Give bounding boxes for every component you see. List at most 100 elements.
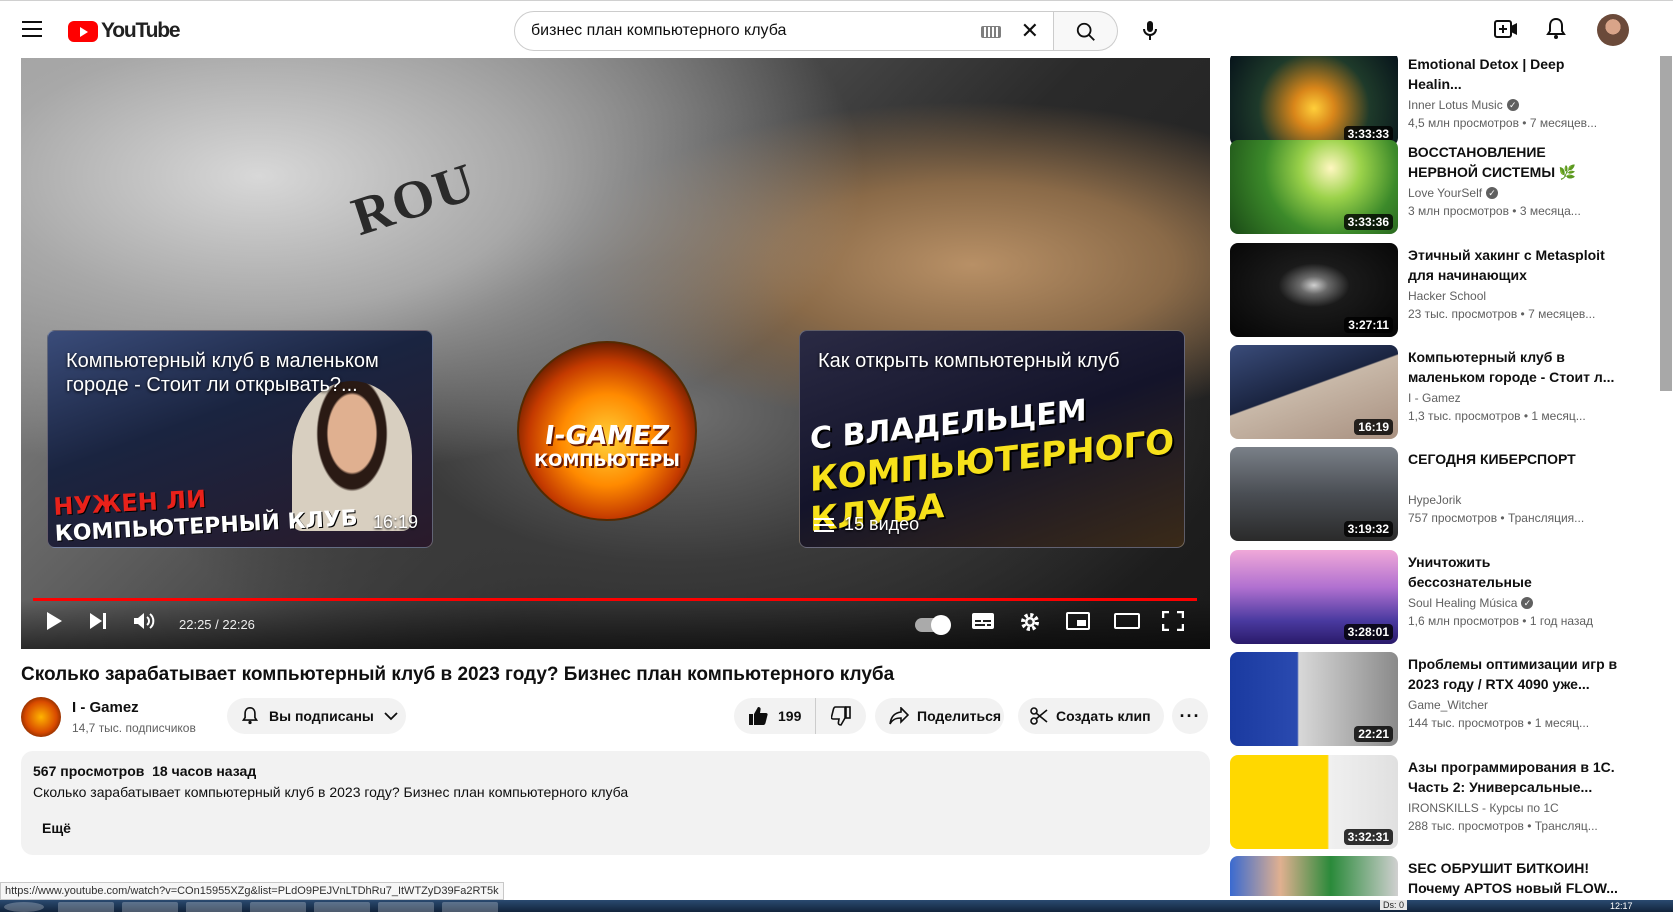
notifications-bell-icon[interactable] — [1545, 17, 1567, 41]
endcard-video-title: Компьютерный клуб в маленьком городе - С… — [66, 350, 379, 396]
endcard-playlist[interactable]: Как открыть компьютерный клуб С ВЛАДЕЛЬЦ… — [799, 330, 1185, 548]
recommendation-title: СЕГОДНЯ КИБЕРСПОРТ — [1408, 451, 1576, 467]
microphone-icon — [1143, 21, 1157, 40]
recommendation-item[interactable]: 3:32:31 Азы программирования в 1С. Часть… — [1230, 755, 1650, 849]
dislike-button[interactable] — [816, 698, 866, 734]
youtube-logo[interactable]: YouTube — [68, 19, 181, 43]
video-title: Сколько зарабатывает компьютерный клуб в… — [21, 664, 895, 685]
taskbar-app[interactable] — [314, 902, 370, 912]
endcard-channel-logo[interactable]: I-GAMEZ КОМПЬЮТЕРЫ — [517, 341, 697, 521]
taskbar-app[interactable] — [442, 902, 498, 912]
recommendation-stats: 1,3 тыс. просмотров • 1 месяц... — [1408, 409, 1586, 423]
video-thumbnail[interactable]: 3:27:11 — [1230, 243, 1398, 337]
create-clip-button[interactable]: Создать клип — [1018, 698, 1164, 734]
taskbar-app[interactable] — [58, 902, 114, 912]
view-count: 567 просмотров — [33, 763, 145, 779]
voice-search-button[interactable] — [1130, 11, 1170, 51]
thumbs-down-icon — [831, 706, 851, 726]
miniplayer-icon[interactable] — [1066, 611, 1090, 631]
recommendation-item[interactable]: 3:19:32 СЕГОДНЯ КИБЕРСПОРТ HypeJorik 757… — [1230, 447, 1650, 541]
clear-search-icon[interactable]: ✕ — [1021, 20, 1039, 42]
subscribed-button[interactable]: Вы подписаны — [227, 698, 406, 734]
taskbar — [0, 900, 1673, 912]
share-label: Поделиться — [917, 708, 1002, 724]
recommendation-item[interactable]: 3:33:36 ВОССТАНОВЛЕНИЕ НЕРВНОЙ СИСТЕМЫ 🌿… — [1230, 140, 1650, 234]
recommendation-channel: IRONSKILLS - Курсы по 1С — [1408, 801, 1559, 815]
share-button[interactable]: Поделиться — [875, 698, 1004, 734]
play-icon[interactable] — [45, 611, 63, 631]
taskbar-app[interactable] — [122, 902, 178, 912]
recommendation-title: Emotional Detox | Deep Healin... — [1408, 56, 1565, 92]
video-thumbnail[interactable]: 3:32:31 — [1230, 755, 1398, 849]
duration-badge: 22:21 — [1354, 726, 1393, 742]
taskbar-app[interactable] — [186, 902, 242, 912]
video-thumbnail[interactable]: 3:28:01 — [1230, 550, 1398, 644]
video-thumbnail[interactable] — [1230, 856, 1398, 896]
recommendation-channel: Game_Witcher — [1408, 698, 1489, 712]
user-avatar[interactable] — [1597, 14, 1629, 46]
next-video-icon[interactable] — [89, 611, 107, 631]
channel-avatar[interactable] — [21, 697, 61, 737]
fullscreen-icon[interactable] — [1162, 611, 1184, 631]
keyboard-icon[interactable] — [981, 26, 1001, 38]
page-scrollbar[interactable] — [1660, 56, 1672, 391]
duration-badge: 3:19:32 — [1343, 521, 1393, 537]
search-input[interactable] — [531, 22, 971, 40]
recommendation-item[interactable]: SEC ОБРУШИТ БИТКОИН! Почему APTOS новый … — [1230, 856, 1650, 896]
subscriber-count: 14,7 тыс. подписчиков — [72, 721, 196, 735]
verified-badge-icon: ✓ — [1506, 99, 1519, 111]
more-actions-button[interactable]: ··· — [1172, 698, 1208, 734]
playlist-count: 15 видео — [814, 514, 919, 535]
video-thumbnail[interactable]: 3:33:33 — [1230, 56, 1398, 146]
recommendation-title: SEC ОБРУШИТ БИТКОИН! Почему APTOS новый … — [1408, 860, 1618, 896]
menu-icon[interactable] — [22, 21, 42, 37]
youtube-play-icon — [68, 20, 98, 42]
verified-badge-icon: ✓ — [1521, 597, 1534, 609]
autoplay-toggle[interactable] — [915, 615, 951, 635]
logo-text: YouTube — [101, 19, 181, 42]
show-more-link[interactable]: Ещё — [42, 820, 1198, 836]
channel-logo-subtext: КОМПЬЮТЕРЫ — [534, 451, 680, 471]
taskbar-clock[interactable]: 12:17 — [1610, 901, 1633, 911]
recommendation-title: Компьютерный клуб в маленьком городе - С… — [1408, 349, 1615, 385]
video-thumbnail[interactable]: 16:19 — [1230, 345, 1398, 439]
volume-icon[interactable] — [133, 611, 155, 631]
recommendation-item[interactable]: 3:28:01 Уничтожить бессознательные блоки… — [1230, 550, 1650, 644]
duration-badge: 16:19 — [1354, 419, 1393, 435]
video-frame-text: ROU — [344, 151, 484, 247]
like-button[interactable]: 199 — [734, 698, 816, 734]
recommendation-item[interactable]: 16:19 Компьютерный клуб в маленьком горо… — [1230, 345, 1650, 439]
search-box[interactable]: ✕ — [514, 11, 1054, 51]
start-button[interactable] — [4, 902, 44, 912]
recommendation-item[interactable]: 22:21 Проблемы оптимизации игр в 2023 го… — [1230, 652, 1650, 746]
recommendation-channel: I - Gamez — [1408, 391, 1461, 405]
recommendation-item[interactable]: 3:33:33 Emotional Detox | Deep Healin...… — [1230, 56, 1650, 146]
taskbar-app[interactable] — [250, 902, 306, 912]
playlist-icon — [814, 517, 834, 532]
description-box[interactable]: 567 просмотров 18 часов назад Сколько за… — [21, 751, 1210, 855]
recommendation-title: Этичный хакинг с Metasploit для начинающ… — [1408, 247, 1605, 283]
settings-gear-icon[interactable] — [1019, 611, 1041, 633]
recommendation-channel: HypeJorik — [1408, 493, 1462, 507]
create-video-icon[interactable] — [1494, 18, 1518, 40]
video-thumbnail[interactable]: 3:19:32 — [1230, 447, 1398, 541]
video-thumbnail[interactable]: 3:33:36 — [1230, 140, 1398, 234]
subscribed-label: Вы подписаны — [269, 708, 374, 724]
search-button[interactable] — [1054, 11, 1118, 51]
recommendation-item[interactable]: 3:27:11 Этичный хакинг с Metasploit для … — [1230, 243, 1650, 337]
subtitles-icon[interactable] — [971, 611, 995, 631]
channel-name[interactable]: I - Gamez — [72, 699, 139, 716]
recommendation-title: Азы программирования в 1С. Часть 2: Унив… — [1408, 759, 1615, 795]
video-player[interactable]: ROU Компьютерный клуб в маленьком городе… — [21, 58, 1210, 649]
chevron-down-icon — [384, 712, 398, 721]
scissors-icon — [1030, 707, 1048, 725]
recommendation-stats: 757 просмотров • Трансляция... — [1408, 511, 1585, 525]
taskbar-app[interactable] — [378, 902, 434, 912]
endcard-playlist-title: Как открыть компьютерный клуб — [818, 350, 1120, 372]
recommendation-stats: 4,5 млн просмотров • 7 месяцев... — [1408, 116, 1598, 130]
video-thumbnail[interactable]: 22:21 — [1230, 652, 1398, 746]
recommendation-channel: Hacker School — [1408, 289, 1487, 303]
top-bar: YouTube ✕ — [0, 0, 1673, 56]
theater-mode-icon[interactable] — [1114, 611, 1140, 631]
endcard-video[interactable]: Компьютерный клуб в маленьком городе - С… — [47, 330, 433, 548]
